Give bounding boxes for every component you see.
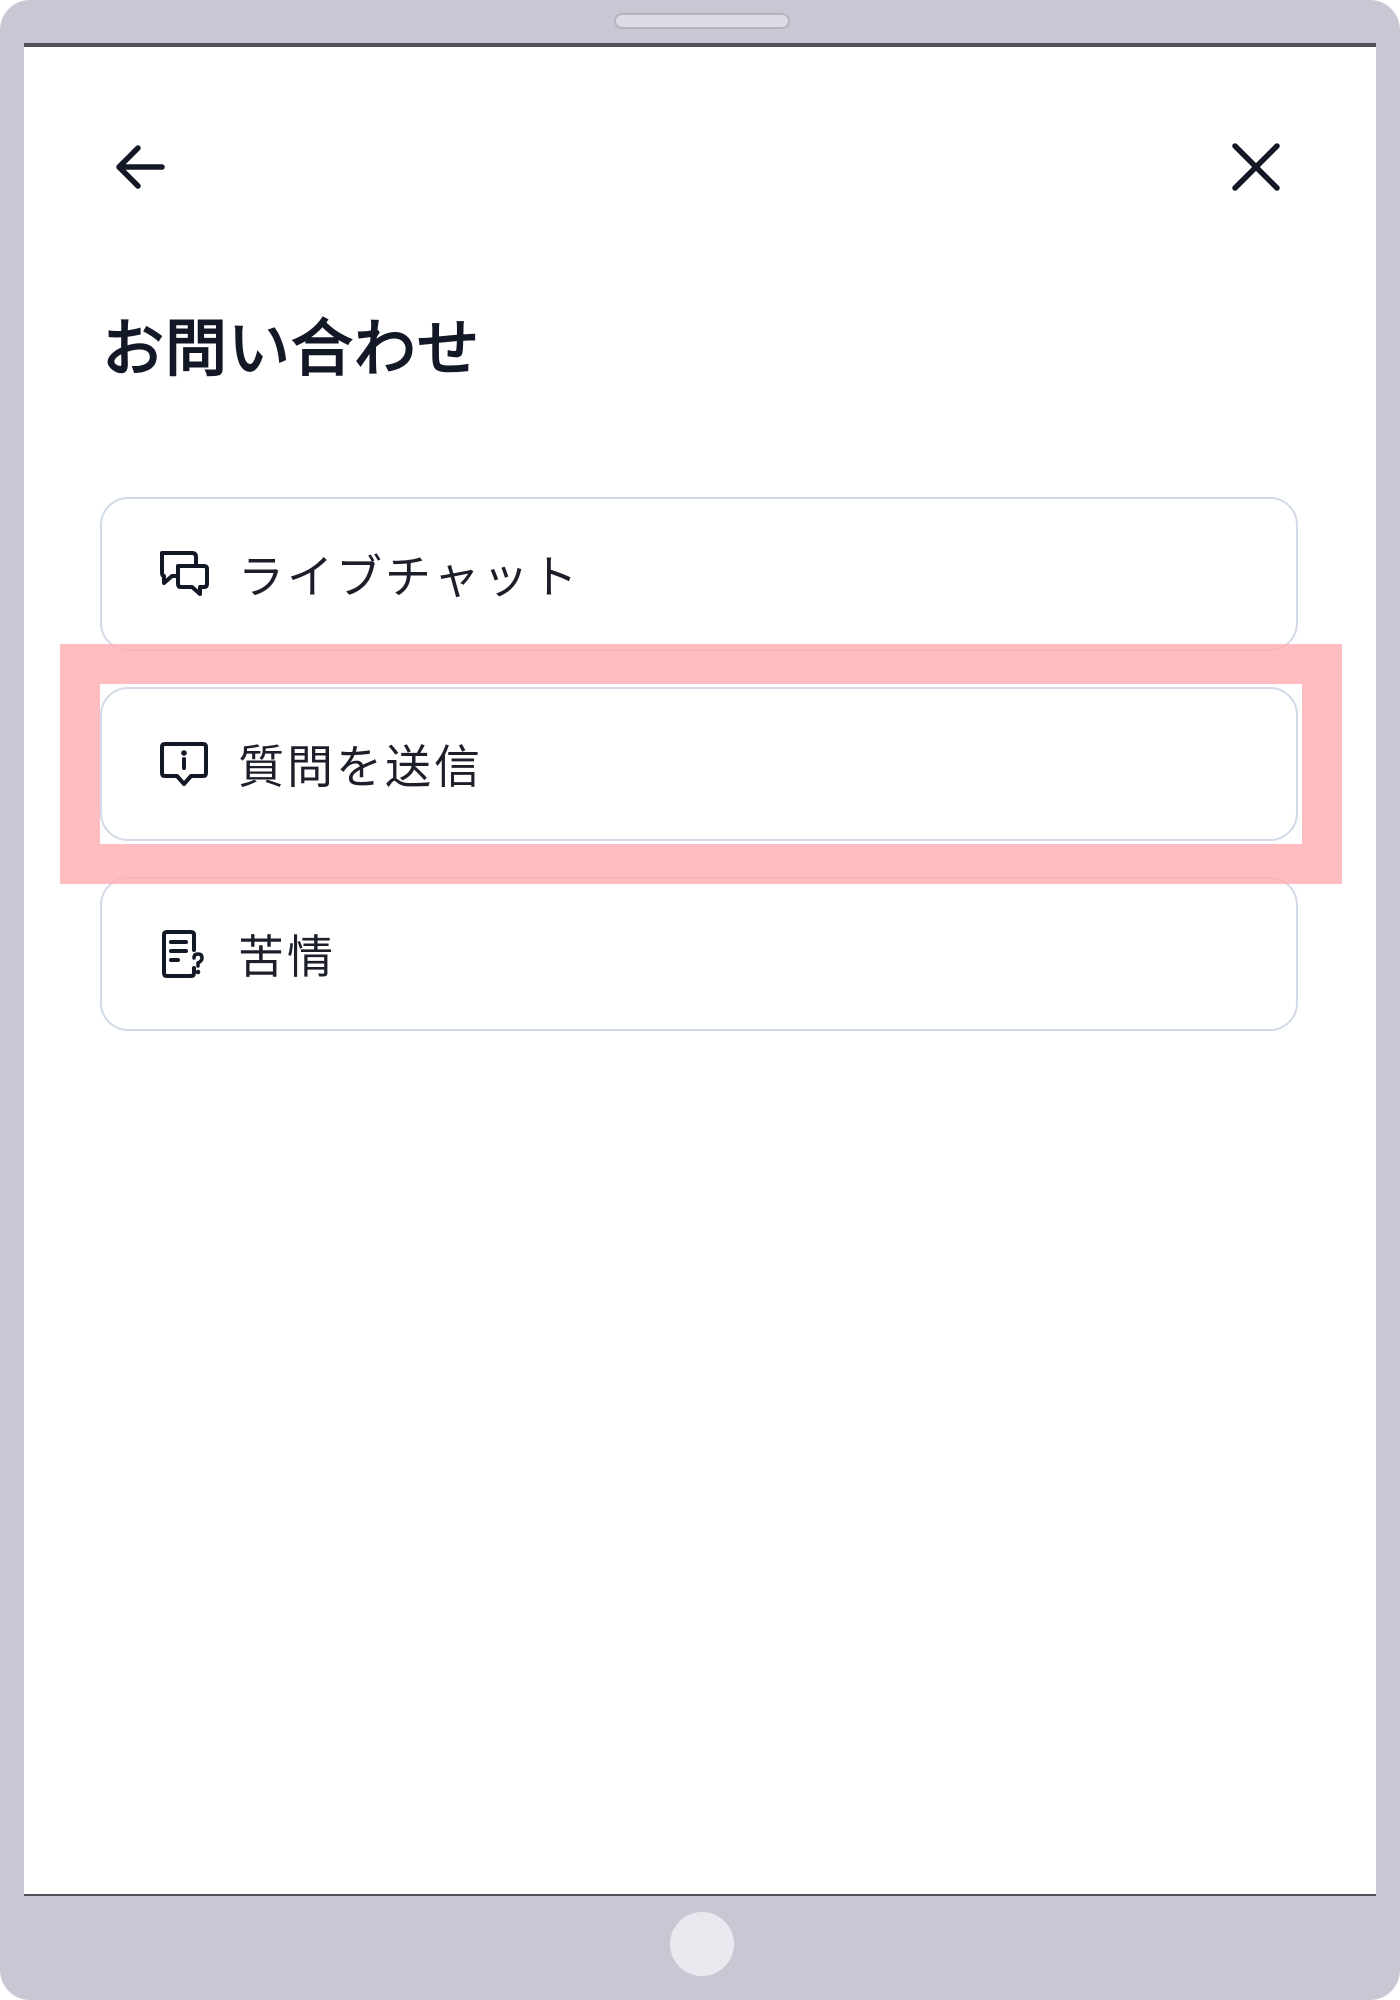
live-chat-option[interactable]: ライブチャット xyxy=(100,497,1298,651)
document-question-icon xyxy=(156,926,212,982)
chat-bubbles-icon xyxy=(156,546,212,602)
close-button[interactable] xyxy=(1216,127,1296,207)
submit-question-label: 質問を送信 xyxy=(238,740,483,794)
submit-question-option[interactable]: 質問を送信 xyxy=(100,687,1298,841)
close-icon xyxy=(1232,143,1280,191)
back-button[interactable] xyxy=(100,127,180,207)
page-title: お問い合わせ xyxy=(102,312,481,385)
arrow-left-icon xyxy=(116,145,165,189)
app-screen: お問い合わせ ライブチャット 質問を送信 苦情 xyxy=(24,43,1376,1896)
device-speaker xyxy=(614,13,790,29)
complaint-label: 苦情 xyxy=(238,930,336,984)
message-info-icon xyxy=(156,736,212,792)
live-chat-label: ライブチャット xyxy=(238,550,581,604)
home-button[interactable] xyxy=(670,1912,734,1976)
complaint-option[interactable]: 苦情 xyxy=(100,877,1298,1031)
tablet-frame: お問い合わせ ライブチャット 質問を送信 苦情 xyxy=(0,0,1400,2000)
